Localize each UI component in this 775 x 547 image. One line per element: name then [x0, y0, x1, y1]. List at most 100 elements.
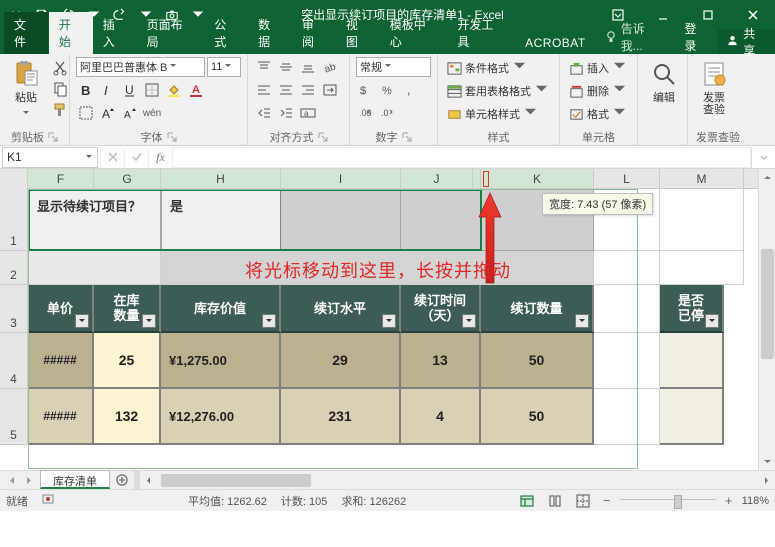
cell-M5[interactable] — [660, 389, 724, 445]
align-bottom-button[interactable] — [298, 57, 318, 77]
cell-J4[interactable]: 13 — [401, 333, 481, 389]
cell-M1[interactable] — [660, 189, 744, 251]
col-header-G[interactable]: G — [94, 169, 161, 188]
orientation-button[interactable]: ab — [320, 57, 340, 77]
cell-I4[interactable]: 29 — [281, 333, 401, 389]
sheet-nav-first[interactable] — [4, 473, 18, 487]
conditional-format-button[interactable]: 条件格式 — [444, 58, 553, 78]
font-launcher[interactable] — [167, 132, 177, 142]
col-header-I[interactable]: I — [281, 169, 401, 188]
align-center-button[interactable] — [276, 80, 296, 100]
number-format-combo[interactable]: 常规 — [356, 57, 431, 77]
col-header-M[interactable]: M — [660, 169, 744, 188]
zoom-value[interactable]: 118% — [742, 495, 769, 507]
copy-button[interactable] — [50, 79, 70, 99]
zoom-slider-thumb[interactable] — [674, 495, 682, 509]
grow-font-button[interactable]: A — [98, 103, 118, 123]
percent-button[interactable]: % — [378, 80, 398, 100]
fill-color-button[interactable] — [164, 80, 184, 100]
header-price[interactable]: 单价 — [28, 285, 94, 333]
expand-formula-bar-button[interactable] — [751, 147, 775, 168]
cell-J1[interactable] — [401, 189, 481, 251]
cell-F4[interactable]: ##### — [28, 333, 94, 389]
header-stop[interactable]: 是否 已停 — [660, 285, 724, 333]
scroll-right-button[interactable] — [758, 472, 775, 489]
decrease-indent-button[interactable] — [254, 103, 274, 123]
tab-review[interactable]: 审阅 — [292, 12, 336, 54]
header-level[interactable]: 续订水平 — [281, 285, 401, 333]
col-header-J[interactable]: J — [401, 169, 473, 188]
cell-H5[interactable]: ¥12,276.00 — [161, 389, 281, 445]
sheet-tab[interactable]: 库存清单 — [40, 470, 110, 489]
col-header-K[interactable]: K — [481, 169, 594, 188]
new-sheet-button[interactable] — [110, 471, 134, 489]
number-launcher[interactable] — [402, 132, 412, 142]
border-style-button[interactable] — [76, 103, 96, 123]
tab-home[interactable]: 开始 — [49, 12, 93, 54]
record-macro-icon[interactable] — [42, 493, 54, 508]
clipboard-launcher[interactable] — [48, 132, 58, 142]
row-header-5[interactable]: 5 — [0, 389, 28, 445]
cut-button[interactable] — [50, 58, 70, 78]
insert-function-button[interactable]: fx — [148, 147, 172, 168]
increase-decimal-button[interactable]: .00 — [356, 103, 376, 123]
align-left-button[interactable] — [254, 80, 274, 100]
scroll-down-button[interactable] — [759, 453, 775, 470]
filter-button[interactable] — [75, 314, 89, 328]
border-button[interactable] — [142, 80, 162, 100]
hscroll-thumb[interactable] — [161, 474, 311, 487]
cell-styles-button[interactable]: 单元格样式 — [444, 104, 553, 124]
font-size-combo[interactable]: 11 — [207, 57, 241, 77]
cell-M4[interactable] — [660, 333, 724, 389]
cell-FG2[interactable] — [28, 251, 161, 285]
comma-button[interactable]: , — [400, 80, 420, 100]
header-days[interactable]: 续订时间 （天） — [401, 285, 481, 333]
enter-formula-button[interactable] — [124, 147, 148, 168]
cell-M2[interactable] — [660, 251, 744, 285]
italic-button[interactable]: I — [98, 80, 118, 100]
font-name-combo[interactable]: 阿里巴巴普惠体 B — [76, 57, 205, 77]
tab-developer[interactable]: 开发工具 — [447, 12, 515, 54]
tab-templates[interactable]: 模板中心 — [380, 12, 448, 54]
scroll-left-button[interactable] — [140, 472, 157, 489]
share-button[interactable]: 共享 — [718, 29, 775, 54]
cancel-formula-button[interactable] — [100, 147, 124, 168]
login-button[interactable]: 登录 — [674, 20, 718, 54]
phonetic-button[interactable]: wén — [142, 103, 162, 123]
align-top-button[interactable] — [254, 57, 274, 77]
tab-insert[interactable]: 插入 — [93, 12, 137, 54]
answer-cell[interactable]: 是 — [161, 189, 281, 251]
tab-data[interactable]: 数据 — [248, 12, 292, 54]
zoom-slider[interactable] — [620, 499, 716, 503]
decrease-decimal-button[interactable]: .0 — [378, 103, 398, 123]
format-as-table-button[interactable]: 套用表格格式 — [444, 81, 553, 101]
wrap-merge-button[interactable] — [320, 80, 340, 100]
normal-view-button[interactable] — [516, 492, 538, 510]
format-cells-button[interactable]: 格式 — [566, 104, 631, 124]
filter-button[interactable] — [142, 314, 156, 328]
tab-page-layout[interactable]: 页面布局 — [137, 12, 205, 54]
shrink-font-button[interactable]: A — [120, 103, 140, 123]
find-select-button[interactable]: 编辑 — [644, 56, 684, 106]
tab-acrobat[interactable]: ACROBAT — [515, 32, 596, 54]
header-stock[interactable]: 在库 数量 — [94, 285, 161, 333]
cell-HIJK2[interactable] — [161, 251, 594, 285]
page-layout-view-button[interactable] — [544, 492, 566, 510]
tab-view[interactable]: 视图 — [336, 12, 380, 54]
page-break-view-button[interactable] — [572, 492, 594, 510]
tab-formulas[interactable]: 公式 — [204, 12, 248, 54]
accounting-button[interactable]: $ — [356, 80, 376, 100]
cell-K4[interactable]: 50 — [481, 333, 594, 389]
cell-L5[interactable] — [594, 389, 660, 445]
scroll-up-button[interactable] — [759, 169, 775, 186]
cell-L4[interactable] — [594, 333, 660, 389]
select-all-button[interactable] — [0, 169, 28, 189]
paste-button[interactable]: 粘贴 — [6, 56, 46, 122]
horizontal-scrollbar[interactable] — [140, 471, 775, 489]
cell-I1[interactable] — [281, 189, 401, 251]
bold-button[interactable]: B — [76, 80, 96, 100]
format-painter-button[interactable] — [50, 100, 70, 120]
zoom-out-button[interactable]: − — [600, 494, 614, 508]
filter-button[interactable] — [262, 314, 276, 328]
row-header-2[interactable]: 2 — [0, 251, 28, 285]
